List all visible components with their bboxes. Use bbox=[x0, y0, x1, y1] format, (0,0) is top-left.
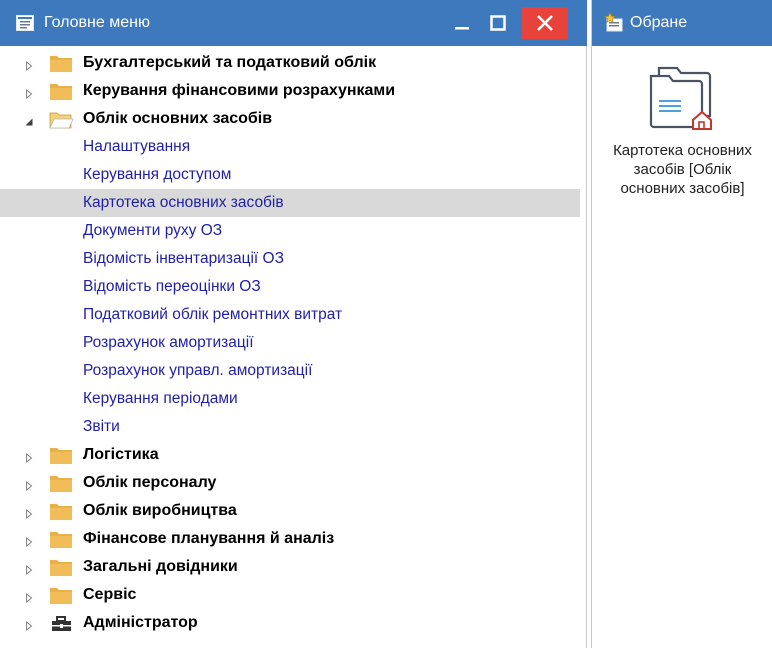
folder-icon bbox=[49, 446, 74, 465]
asset-register-icon bbox=[645, 60, 721, 136]
tree-item-label: Розрахунок амортизації bbox=[83, 334, 254, 351]
tree-item-label: Відомість переоцінки ОЗ bbox=[83, 278, 261, 295]
maximize-button[interactable] bbox=[480, 0, 516, 46]
toolbox-icon bbox=[49, 614, 74, 633]
tree-group-row[interactable]: Облік виробництва bbox=[0, 497, 580, 525]
favorites-panel: Обране Картотека основних засобів [Облік… bbox=[591, 0, 772, 648]
main-menu-panel: Головне меню Бухгалтерський та податкови… bbox=[0, 0, 587, 648]
close-icon bbox=[537, 15, 553, 31]
folder-icon bbox=[49, 474, 74, 493]
tree-link-row[interactable]: Звіти bbox=[0, 413, 580, 441]
favorites-window-icon bbox=[603, 12, 625, 34]
menu-window-icon bbox=[14, 12, 36, 34]
folder-open-icon bbox=[49, 110, 74, 129]
folder-icon bbox=[49, 502, 74, 521]
minimize-button[interactable] bbox=[444, 0, 480, 46]
tree-item-label: Податковий облік ремонтних витрат bbox=[83, 306, 343, 323]
tree-group-row[interactable]: Адміністратор bbox=[0, 609, 580, 637]
tree-group-row[interactable]: Логістика bbox=[0, 441, 580, 469]
tree-item-label: Відомість інвентаризації ОЗ bbox=[83, 250, 284, 267]
tree-item-label: Розрахунок управл. амортизації bbox=[83, 362, 313, 379]
tree-group-row[interactable]: Керування фінансовими розрахунками bbox=[0, 77, 580, 105]
tree-item-label: Фінансове планування й аналіз bbox=[83, 530, 335, 547]
tree-link-row[interactable]: Розрахунок амортизації bbox=[0, 329, 580, 357]
tree-item-label: Звіти bbox=[83, 418, 120, 435]
expand-arrow-icon[interactable] bbox=[24, 590, 34, 604]
tree-group-row[interactable]: Фінансове планування й аналіз bbox=[0, 525, 580, 553]
tree-item-label: Загальні довідники bbox=[83, 558, 238, 575]
tree-group-row[interactable]: Бухгалтерський та податковий облік bbox=[0, 49, 580, 77]
tree-item-label: Налаштування bbox=[83, 138, 191, 155]
tree-item-label: Керування періодами bbox=[83, 390, 238, 407]
tree-item-label: Логістика bbox=[83, 446, 159, 463]
folder-icon bbox=[49, 586, 74, 605]
expand-arrow-icon[interactable] bbox=[24, 450, 34, 464]
tree-item-label: Облік виробництва bbox=[83, 502, 237, 519]
menu-tree: Бухгалтерський та податковий облік Керува… bbox=[0, 49, 580, 637]
maximize-icon bbox=[490, 15, 506, 31]
folder-icon bbox=[49, 54, 74, 73]
tree-link-row[interactable]: Картотека основних засобів bbox=[0, 189, 580, 217]
favorites-title: Обране bbox=[630, 14, 688, 31]
expand-arrow-icon[interactable] bbox=[24, 506, 34, 520]
folder-icon bbox=[49, 82, 74, 101]
tree-link-row[interactable]: Налаштування bbox=[0, 133, 580, 161]
close-button[interactable] bbox=[522, 7, 568, 39]
tree-item-label: Бухгалтерський та податковий облік bbox=[83, 54, 377, 71]
tree-item-label: Облік основних засобів bbox=[83, 110, 273, 127]
tree-link-row[interactable]: Розрахунок управл. амортизації bbox=[0, 357, 580, 385]
tree-item-label: Картотека основних засобів bbox=[83, 194, 284, 211]
favorites-titlebar[interactable]: Обране bbox=[592, 0, 772, 46]
tree-group-row[interactable]: Сервіс bbox=[0, 581, 580, 609]
folder-icon bbox=[49, 530, 74, 549]
expand-arrow-icon[interactable] bbox=[24, 562, 34, 576]
tree-item-label: Сервіс bbox=[83, 586, 137, 603]
tree-link-row[interactable]: Керування доступом bbox=[0, 161, 580, 189]
folder-icon bbox=[49, 558, 74, 577]
main-menu-titlebar[interactable]: Головне меню bbox=[0, 0, 587, 46]
tree-link-row[interactable]: Документи руху ОЗ bbox=[0, 217, 580, 245]
tree-item-label: Адміністратор bbox=[83, 614, 198, 631]
tree-link-row[interactable]: Відомість інвентаризації ОЗ bbox=[0, 245, 580, 273]
tree-group-row[interactable]: Облік персоналу bbox=[0, 469, 580, 497]
tree-link-row[interactable]: Відомість переоцінки ОЗ bbox=[0, 273, 580, 301]
tree-item-label: Облік персоналу bbox=[83, 474, 217, 491]
collapse-arrow-icon[interactable] bbox=[24, 114, 34, 126]
expand-arrow-icon[interactable] bbox=[24, 534, 34, 548]
main-menu-title: Головне меню bbox=[44, 14, 150, 31]
expand-arrow-icon[interactable] bbox=[24, 58, 34, 72]
tree-item-label: Керування фінансовими розрахунками bbox=[83, 82, 396, 99]
favorite-tile-label: Картотека основних засобів [Облік основн… bbox=[613, 142, 752, 197]
tree-link-row[interactable]: Керування періодами bbox=[0, 385, 580, 413]
tree-group-row[interactable]: Облік основних засобів bbox=[0, 105, 580, 133]
tree-link-row[interactable]: Податковий облік ремонтних витрат bbox=[0, 301, 580, 329]
expand-arrow-icon[interactable] bbox=[24, 618, 34, 632]
tree-group-row[interactable]: Загальні довідники bbox=[0, 553, 580, 581]
expand-arrow-icon[interactable] bbox=[24, 478, 34, 492]
minimize-icon bbox=[455, 27, 469, 30]
tree-item-label: Документи руху ОЗ bbox=[83, 222, 223, 239]
expand-arrow-icon[interactable] bbox=[24, 86, 34, 100]
tree-item-label: Керування доступом bbox=[83, 166, 232, 183]
